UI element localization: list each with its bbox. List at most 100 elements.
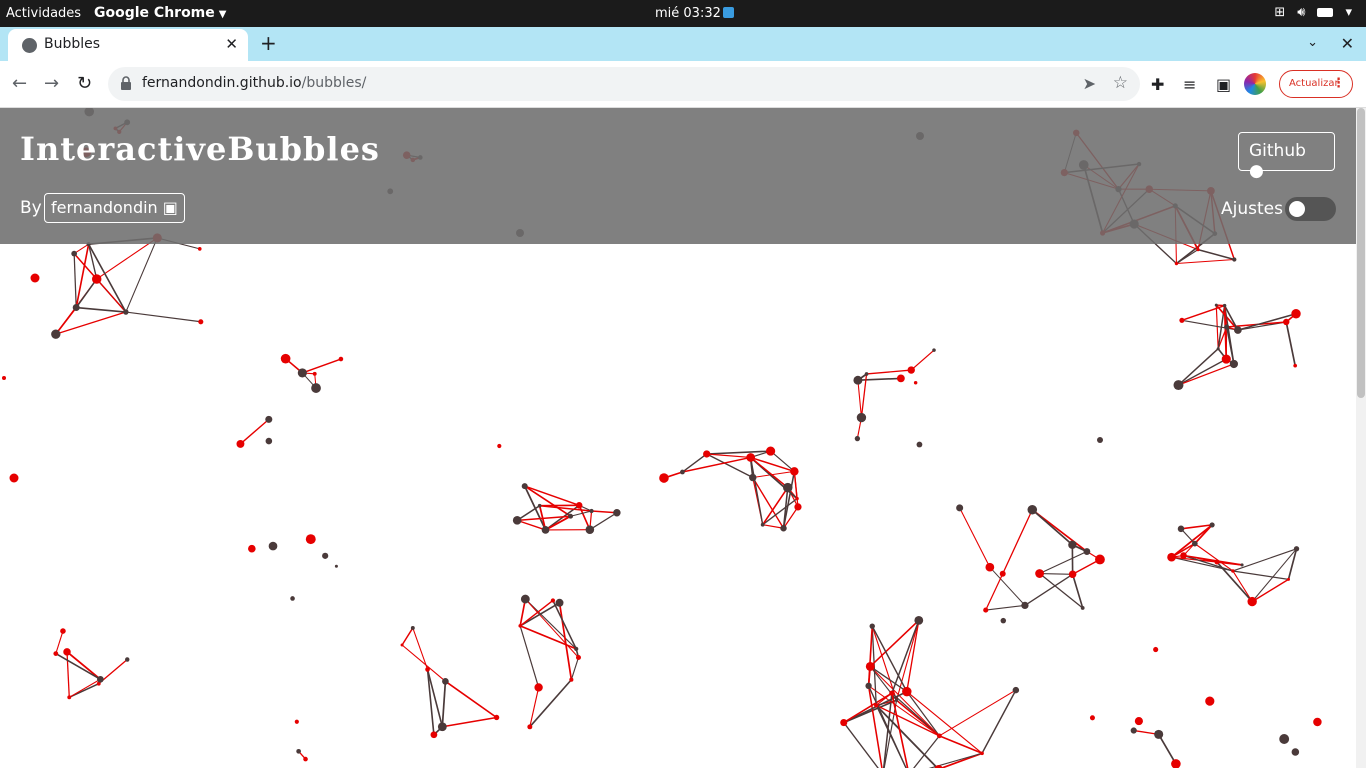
bubble-node	[1240, 563, 1244, 567]
github-icon: ●	[1249, 161, 1264, 181]
bubble-link	[1232, 570, 1289, 580]
bubble-node	[1180, 552, 1187, 559]
activities-button[interactable]: Actividades	[6, 6, 81, 21]
tab-search-chevron-icon[interactable]: ⌄	[1307, 35, 1318, 50]
bubble-node	[1083, 548, 1091, 555]
bubble-node	[1214, 559, 1220, 565]
bubble-node	[749, 473, 757, 482]
bubble-link	[570, 657, 580, 680]
side-panel-icon[interactable]: ▣	[1216, 75, 1231, 94]
clock[interactable]: mié 03:32	[655, 6, 734, 21]
reload-icon[interactable]: ↻	[77, 73, 92, 94]
bubble-node	[1191, 540, 1198, 547]
bubble-node	[1221, 354, 1231, 364]
bubble-node	[550, 598, 556, 603]
back-arrow-icon[interactable]: ←	[12, 73, 27, 94]
bubble-link	[906, 691, 983, 754]
profile-avatar[interactable]	[1244, 73, 1266, 95]
bubble-link	[401, 644, 446, 682]
bubble-link	[1024, 573, 1073, 606]
bubble-node	[574, 646, 579, 652]
bubble-link	[1181, 319, 1238, 331]
app-name: Google Chrome	[94, 5, 215, 21]
bubble-node	[312, 371, 317, 376]
reading-list-icon[interactable]: ≡	[1183, 75, 1196, 94]
bubble-node	[198, 319, 204, 325]
bubble-node	[575, 655, 581, 661]
bubble-link	[239, 418, 270, 445]
bubble-link	[401, 627, 414, 646]
by-label: By	[20, 198, 42, 218]
author-link[interactable]: fernandondin ▣	[44, 193, 185, 223]
bubble-node	[410, 625, 415, 630]
bubble-node	[1012, 686, 1020, 694]
system-tray[interactable]: ⊞ 🔊︎ ▾	[1274, 5, 1352, 20]
bubble-node	[51, 329, 61, 339]
bubble-link	[1176, 258, 1235, 265]
bubble-node	[585, 525, 595, 534]
bubble-node	[1177, 525, 1185, 533]
bubble-node	[1000, 617, 1007, 624]
site-header: InteractiveBubbles By fernandondin ▣ Git…	[0, 108, 1356, 244]
bubble-node	[1153, 646, 1159, 653]
close-tab-icon[interactable]: ✕	[225, 35, 238, 53]
bubble-node	[1167, 552, 1176, 562]
bubble-node	[795, 496, 799, 501]
bubble-node	[338, 356, 344, 362]
bubble-node	[555, 598, 564, 607]
bubble-link	[55, 652, 101, 680]
extensions-puzzle-icon[interactable]: ✚	[1151, 75, 1164, 94]
bubble-link	[68, 678, 101, 698]
bubble-node	[985, 562, 995, 572]
bubble-link	[125, 311, 201, 323]
tab-bubbles[interactable]: Bubbles ✕	[8, 29, 248, 61]
address-bar[interactable]: fernandondin.github.io/bubbles/ ➤ ☆	[108, 67, 1140, 101]
bubble-node	[425, 667, 430, 672]
bubble-link	[524, 598, 577, 650]
bubble-link	[1002, 509, 1033, 575]
clock-text: mié 03:32	[655, 6, 721, 21]
bubble-link	[55, 307, 77, 335]
bubble-node	[541, 526, 550, 534]
bubble-node	[1291, 748, 1300, 756]
bubble-node	[1130, 727, 1137, 734]
settings-toggle[interactable]	[1285, 197, 1336, 221]
update-button[interactable]: Actualizar ⋮	[1279, 70, 1353, 98]
bubble-node	[1216, 347, 1220, 351]
bubble-node	[902, 686, 912, 697]
bubble-link	[1285, 321, 1297, 366]
bookmark-star-icon[interactable]: ☆	[1113, 73, 1128, 93]
bubble-link	[866, 369, 912, 375]
bubble-link	[73, 253, 127, 313]
url-text: fernandondin.github.io/bubbles/	[142, 75, 366, 91]
send-to-device-icon[interactable]: ➤	[1083, 74, 1096, 93]
scrollbar-thumb[interactable]	[1357, 108, 1365, 398]
bubble-node	[916, 441, 923, 448]
bubble-link	[73, 253, 77, 308]
bubble-link	[441, 681, 447, 727]
bubble-link	[412, 627, 429, 670]
bubble-node	[63, 648, 71, 656]
page-scrollbar[interactable]	[1356, 108, 1366, 768]
bubble-node	[856, 412, 867, 423]
new-tab-button[interactable]: +	[260, 31, 277, 55]
bubble-node	[659, 473, 669, 483]
url-path: /bubbles/	[301, 75, 367, 91]
bubble-link	[539, 504, 592, 512]
app-menu[interactable]: Google Chrome ▼	[94, 5, 226, 21]
bubble-node	[537, 503, 542, 508]
bubble-node	[305, 534, 316, 545]
bubble-node	[67, 695, 72, 700]
window-close-icon[interactable]: ✕	[1341, 34, 1354, 53]
bubble-link	[519, 625, 577, 650]
bubble-link	[1039, 572, 1073, 575]
bubble-link	[985, 573, 1004, 611]
bubble-node	[1021, 601, 1029, 610]
github-link[interactable]: Github ●	[1238, 132, 1335, 181]
globe-icon	[22, 38, 37, 53]
forward-arrow-icon[interactable]: →	[44, 73, 59, 94]
bubble-node	[1171, 759, 1181, 768]
bubble-node	[1283, 318, 1290, 326]
bubble-node	[71, 250, 78, 257]
bubble-link	[843, 722, 879, 768]
